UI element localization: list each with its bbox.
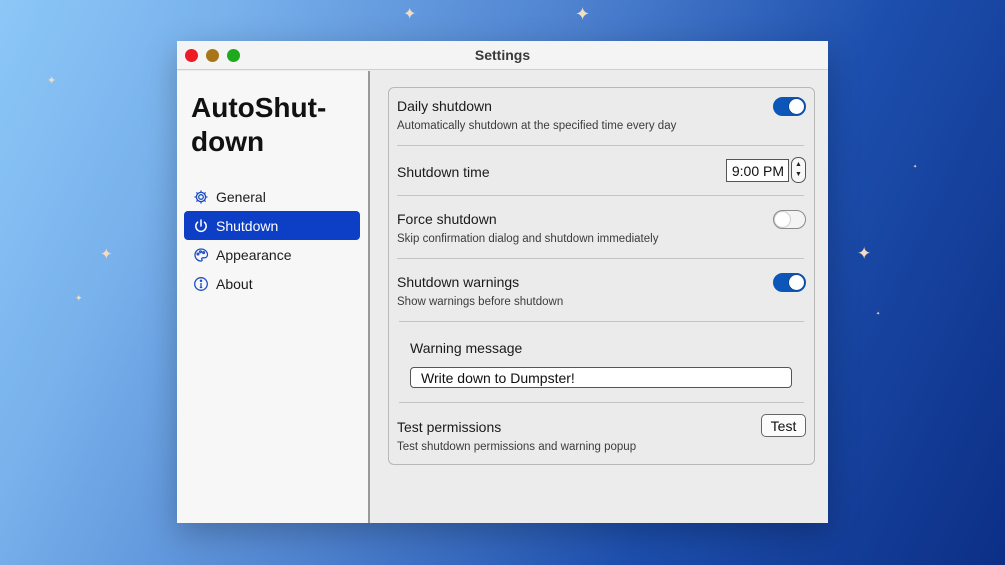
force-shutdown-label: Force shutdown <box>397 211 497 227</box>
divider <box>399 321 804 322</box>
sidebar: AutoShut-down General Shutdown Appearanc… <box>177 71 370 523</box>
sparkle-icon: ✦ <box>75 293 83 303</box>
test-button[interactable]: Test <box>761 414 806 437</box>
power-icon <box>193 218 209 234</box>
divider <box>397 145 804 146</box>
divider <box>399 402 804 403</box>
sidebar-item-appearance[interactable]: Appearance <box>184 240 360 269</box>
sidebar-item-label: General <box>216 188 266 205</box>
sidebar-item-label: Appearance <box>216 246 292 263</box>
chevron-up-icon[interactable]: ▲ <box>795 160 802 170</box>
sidebar-nav: General Shutdown Appearance About <box>184 182 360 298</box>
sparkle-icon: ✦ <box>857 244 872 263</box>
window-title: Settings <box>474 47 531 63</box>
sidebar-item-general[interactable]: General <box>184 182 360 211</box>
palette-icon <box>193 247 209 263</box>
divider <box>397 258 804 259</box>
minimize-button[interactable] <box>206 49 219 62</box>
test-permissions-label: Test permissions <box>397 419 502 435</box>
sparkle-icon: ✦ <box>876 311 881 317</box>
sidebar-item-label: About <box>216 275 253 292</box>
sparkle-icon: ✦ <box>403 6 417 23</box>
sidebar-item-shutdown[interactable]: Shutdown <box>184 211 360 240</box>
sparkle-icon: ✦ <box>47 75 57 87</box>
force-shutdown-toggle[interactable] <box>773 210 806 229</box>
force-shutdown-description: Skip confirmation dialog and shutdown im… <box>397 233 659 245</box>
shutdown-time-row: Shutdown time 9:00 PM ▲ ▼ <box>397 157 806 183</box>
shutdown-warnings-label: Shutdown warnings <box>397 274 520 290</box>
shutdown-time-field[interactable]: 9:00 PM <box>726 159 789 182</box>
zoom-button[interactable] <box>227 49 240 62</box>
divider <box>397 195 804 196</box>
daily-shutdown-row: Daily shutdown Automatically shutdown at… <box>397 97 806 132</box>
warning-message-row: Warning message Write down to Dumpster! <box>397 340 806 388</box>
window-controls <box>185 49 240 62</box>
info-icon <box>193 276 209 292</box>
settings-group: Daily shutdown Automatically shutdown at… <box>388 87 815 465</box>
shutdown-warnings-description: Show warnings before shutdown <box>397 296 564 308</box>
sparkle-icon: ✦ <box>575 4 591 24</box>
test-permissions-row: Test permissions Test shutdown permissio… <box>397 414 806 453</box>
time-stepper[interactable]: ▲ ▼ <box>791 157 806 183</box>
test-permissions-description: Test shutdown permissions and warning po… <box>397 441 637 453</box>
app-name: AutoShut-down <box>191 92 327 157</box>
shutdown-settings-panel: Daily shutdown Automatically shutdown at… <box>372 71 828 523</box>
warning-message-input[interactable]: Write down to Dumpster! <box>410 367 792 388</box>
daily-shutdown-label: Daily shutdown <box>397 98 492 114</box>
chevron-down-icon[interactable]: ▼ <box>795 170 802 180</box>
shutdown-warnings-row: Shutdown warnings Show warnings before s… <box>397 273 806 308</box>
gear-icon <box>193 189 209 205</box>
force-shutdown-row: Force shutdown Skip confirmation dialog … <box>397 210 806 245</box>
title-bar[interactable]: Settings <box>177 41 828 70</box>
sparkle-icon: ✦ <box>100 246 113 263</box>
daily-shutdown-description: Automatically shutdown at the specified … <box>397 120 677 132</box>
close-button[interactable] <box>185 49 198 62</box>
warning-message-label: Warning message <box>410 340 523 356</box>
shutdown-warnings-toggle[interactable] <box>773 273 806 292</box>
settings-window: Settings AutoShut-down General Shutdown … <box>177 41 828 523</box>
daily-shutdown-toggle[interactable] <box>773 97 806 116</box>
sparkle-icon: ✦ <box>913 164 918 170</box>
sidebar-item-about[interactable]: About <box>184 269 360 298</box>
sidebar-item-label: Shutdown <box>216 217 279 234</box>
